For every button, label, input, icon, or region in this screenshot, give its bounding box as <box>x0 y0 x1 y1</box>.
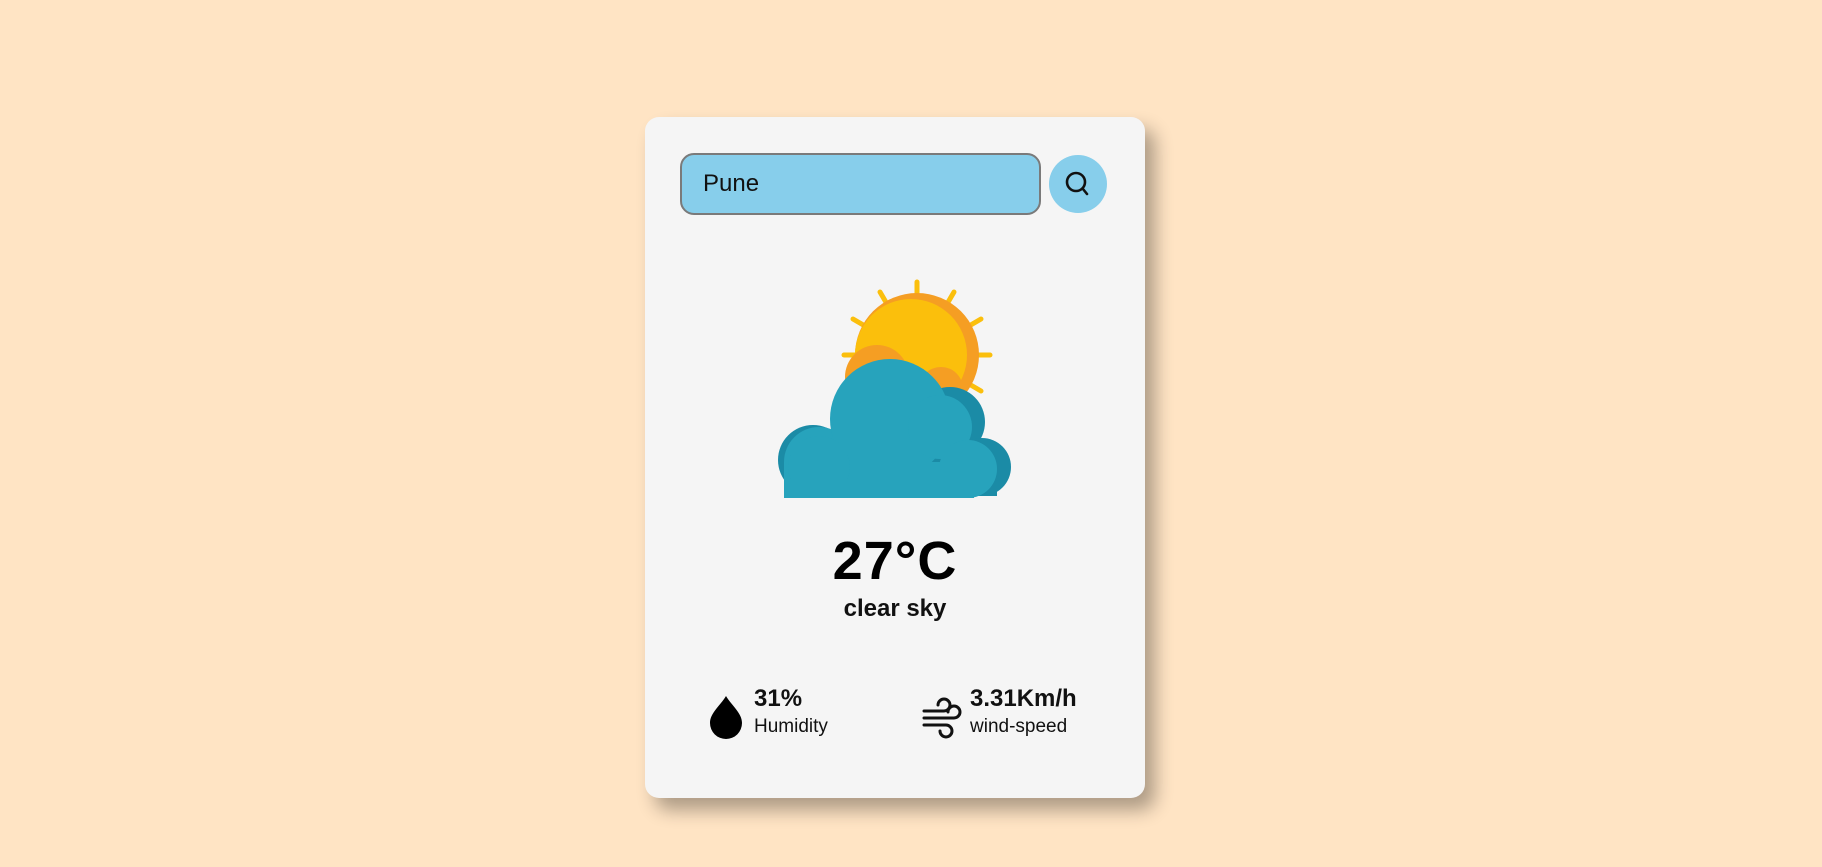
humidity-label: Humidity <box>754 716 828 737</box>
humidity-stat: 31% Humidity <box>705 685 905 745</box>
search-button[interactable] <box>1049 155 1107 213</box>
search-bar <box>680 153 1110 215</box>
wind-icon <box>922 697 962 739</box>
humidity-value: 31% <box>754 685 803 712</box>
weather-card: 27°C clear sky 31% Humidity 3.31Km/h win… <box>645 117 1145 798</box>
search-icon <box>1065 171 1089 196</box>
temperature: 27°C <box>832 531 958 591</box>
wind-stat: 3.31Km/h wind-speed <box>920 685 1120 745</box>
wind-speed-label: wind-speed <box>970 716 1068 737</box>
water-drop-icon <box>710 696 742 739</box>
city-search-input[interactable] <box>680 153 1041 215</box>
weather-description: clear sky <box>843 595 947 622</box>
partly-cloudy-sun-icon <box>778 279 1011 498</box>
wind-speed-value: 3.31Km/h <box>970 685 1077 712</box>
